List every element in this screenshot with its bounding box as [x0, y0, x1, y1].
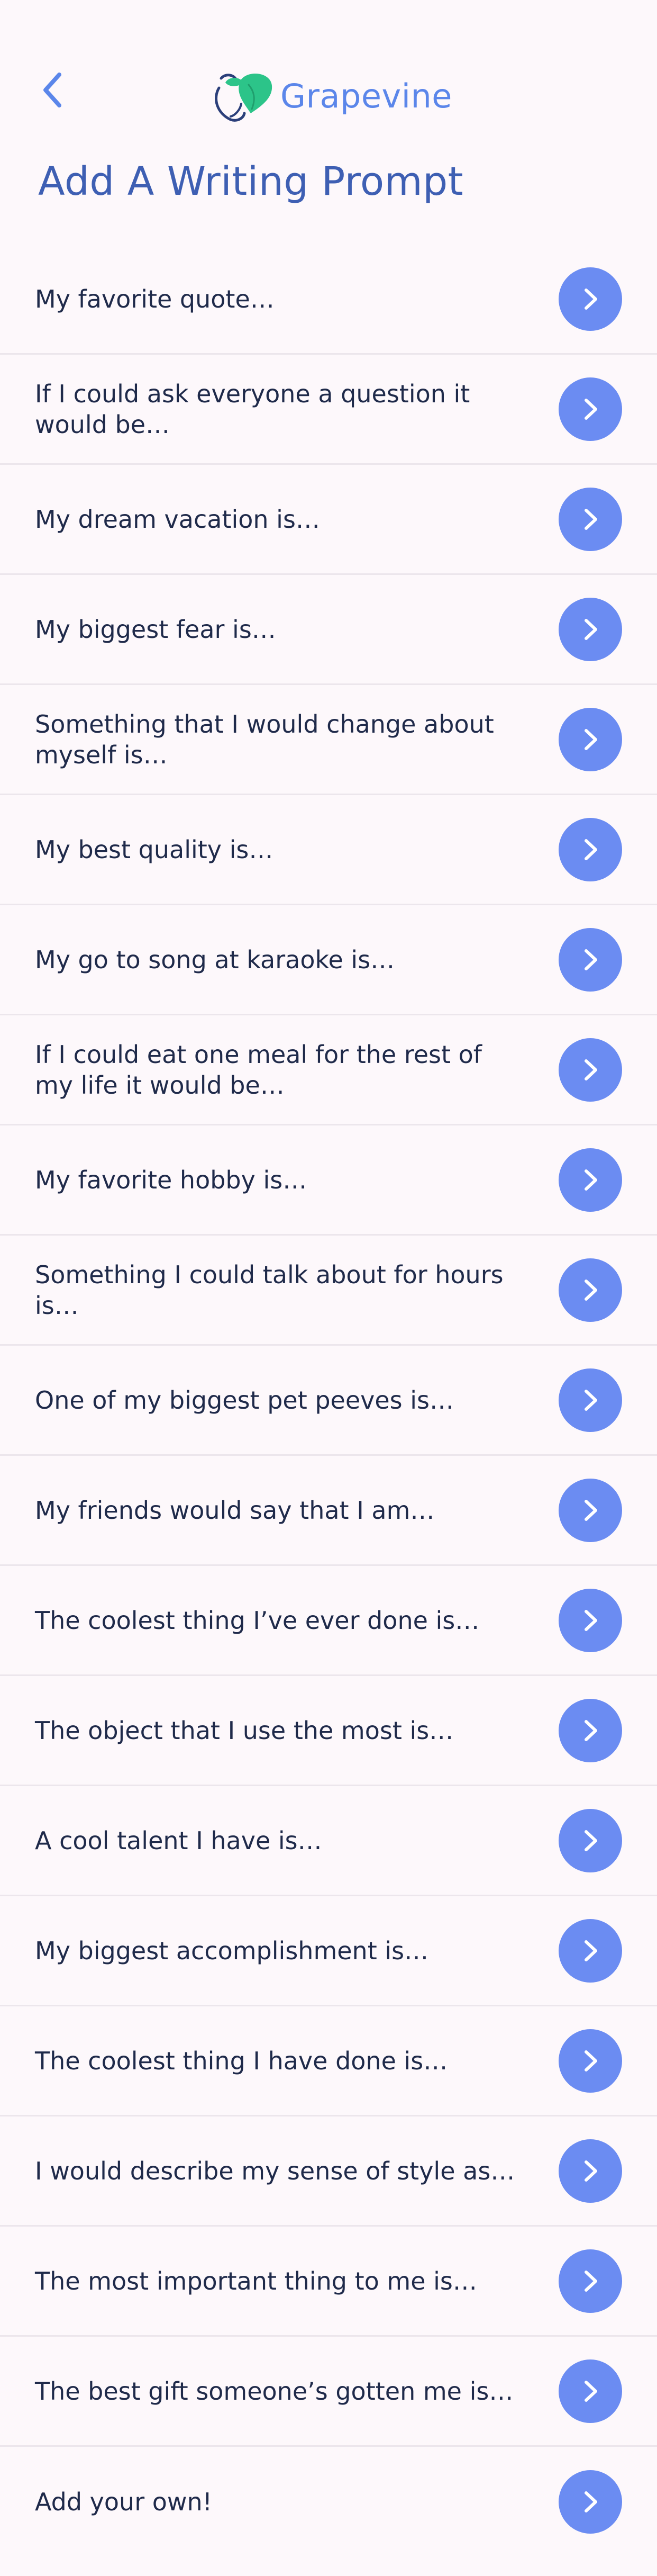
prompt-text: Add your own! [35, 2488, 213, 2516]
prompt-list-item[interactable]: Something that I would change about myse… [0, 685, 657, 795]
prompt-text: The coolest thing I have done is… [35, 2046, 448, 2075]
prompt-list-item[interactable]: My best quality is… [0, 795, 657, 905]
chevron-right-icon [585, 1830, 597, 1851]
prompt-list-item[interactable]: The coolest thing I have done is… [0, 2006, 657, 2116]
brand: Grapevine [209, 67, 452, 125]
prompt-list-item[interactable]: The most important thing to me is… [0, 2227, 657, 2337]
prompt-text: My favorite hobby is… [35, 1165, 307, 1194]
prompt-text: Something that I would change about myse… [35, 709, 494, 769]
prompt-text: If I could eat one meal for the rest of … [35, 1040, 482, 1100]
prompt-select-button[interactable] [559, 817, 622, 881]
prompt-select-button[interactable] [559, 597, 622, 661]
prompt-select-button[interactable] [559, 1919, 622, 1983]
prompt-select-button[interactable] [559, 2139, 622, 2203]
prompt-select-button[interactable] [559, 707, 622, 771]
prompt-list-item[interactable]: My favorite quote… [0, 245, 657, 355]
prompt-list-item[interactable]: One of my biggest pet peeves is… [0, 1346, 657, 1456]
chevron-right-icon [585, 508, 597, 530]
prompt-text: My dream vacation is… [35, 505, 320, 534]
prompt-list-item[interactable]: My dream vacation is… [0, 465, 657, 575]
prompt-text: My best quality is… [35, 835, 273, 864]
prompt-text: One of my biggest pet peeves is… [35, 1385, 454, 1415]
chevron-right-icon [585, 1389, 597, 1411]
prompt-list-item[interactable]: My go to song at karaoke is… [0, 905, 657, 1015]
prompt-select-button[interactable] [559, 1148, 622, 1212]
chevron-right-icon [585, 398, 597, 420]
chevron-right-icon [585, 839, 597, 860]
prompt-list-item[interactable]: A cool talent I have is… [0, 1786, 657, 1896]
prompt-list: My favorite quote… If I could ask everyon… [0, 245, 657, 2557]
prompt-select-button[interactable] [559, 487, 622, 551]
prompt-select-button[interactable] [559, 377, 622, 441]
chevron-left-icon [43, 73, 61, 107]
chevron-right-icon [585, 2160, 597, 2182]
chevron-right-icon [585, 1059, 597, 1080]
prompt-select-button[interactable] [559, 1698, 622, 1762]
chevron-right-icon [585, 949, 597, 970]
prompt-select-button[interactable] [559, 267, 622, 331]
prompt-list-item[interactable]: If I could ask everyone a question it wo… [0, 355, 657, 465]
prompt-text: The best gift someone’s gotten me is… [35, 2376, 514, 2406]
chevron-right-icon [585, 2491, 597, 2512]
prompt-select-button[interactable] [559, 2359, 622, 2423]
chevron-right-icon [585, 2380, 597, 2402]
back-button[interactable] [37, 69, 67, 111]
prompt-list-item[interactable]: My friends would say that I am… [0, 1456, 657, 1566]
prompt-list-item[interactable]: My biggest accomplishment is… [0, 1896, 657, 2006]
prompt-list-item[interactable]: My biggest fear is… [0, 575, 657, 685]
chevron-right-icon [585, 728, 597, 750]
prompt-select-button[interactable] [559, 1038, 622, 1102]
chevron-right-icon [585, 1940, 597, 1961]
chevron-right-icon [585, 2050, 597, 2071]
page-title: Add A Writing Prompt [38, 159, 464, 204]
prompt-text: My biggest accomplishment is… [35, 1936, 429, 1965]
prompt-select-button[interactable] [559, 2470, 622, 2534]
prompt-select-button[interactable] [559, 927, 622, 992]
prompt-text: The most important thing to me is… [35, 2266, 477, 2295]
chevron-right-icon [585, 618, 597, 640]
prompt-text: If I could ask everyone a question it wo… [35, 379, 470, 439]
prompt-list-item[interactable]: The coolest thing I’ve ever done is… [0, 1566, 657, 1676]
prompt-select-button[interactable] [559, 1368, 622, 1432]
prompt-text: The object that I use the most is… [35, 1716, 454, 1745]
prompt-select-button[interactable] [559, 1478, 622, 1542]
chevron-right-icon [585, 1609, 597, 1631]
prompt-text: A cool talent I have is… [35, 1826, 322, 1855]
chevron-right-icon [585, 1169, 597, 1191]
prompt-text: My go to song at karaoke is… [35, 945, 395, 974]
prompt-list-item[interactable]: My favorite hobby is… [0, 1125, 657, 1236]
prompt-list-item[interactable]: The best gift someone’s gotten me is… [0, 2337, 657, 2447]
prompt-list-item[interactable]: If I could eat one meal for the rest of … [0, 1015, 657, 1125]
prompt-text: My favorite quote… [35, 284, 275, 313]
chevron-right-icon [585, 1499, 597, 1521]
prompt-select-button[interactable] [559, 2249, 622, 2313]
prompt-text: My biggest fear is… [35, 615, 276, 644]
prompt-select-button[interactable] [559, 1808, 622, 1872]
prompt-select-button[interactable] [559, 1258, 622, 1322]
brand-name: Grapevine [280, 76, 452, 115]
prompt-text: I would describe my sense of style as… [35, 2156, 515, 2185]
grapevine-logo-icon [215, 73, 272, 122]
prompt-list-item[interactable]: The object that I use the most is… [0, 1676, 657, 1786]
chevron-right-icon [585, 1719, 597, 1741]
prompt-text: The coolest thing I’ve ever done is… [35, 1606, 480, 1635]
prompt-text: Something I could talk about for hours i… [35, 1260, 504, 1320]
header: Grapevine Add A Writing Prompt [0, 0, 657, 204]
prompt-text: My friends would say that I am… [35, 1496, 435, 1525]
chevron-right-icon [585, 288, 597, 310]
chevron-right-icon [585, 1279, 597, 1301]
prompt-list-item[interactable]: Add your own! [0, 2447, 657, 2557]
prompt-list-item[interactable]: I would describe my sense of style as… [0, 2116, 657, 2227]
chevron-right-icon [585, 2270, 597, 2292]
prompt-list-item[interactable]: Something I could talk about for hours i… [0, 1236, 657, 1346]
prompt-select-button[interactable] [559, 1588, 622, 1652]
prompt-select-button[interactable] [559, 2029, 622, 2093]
